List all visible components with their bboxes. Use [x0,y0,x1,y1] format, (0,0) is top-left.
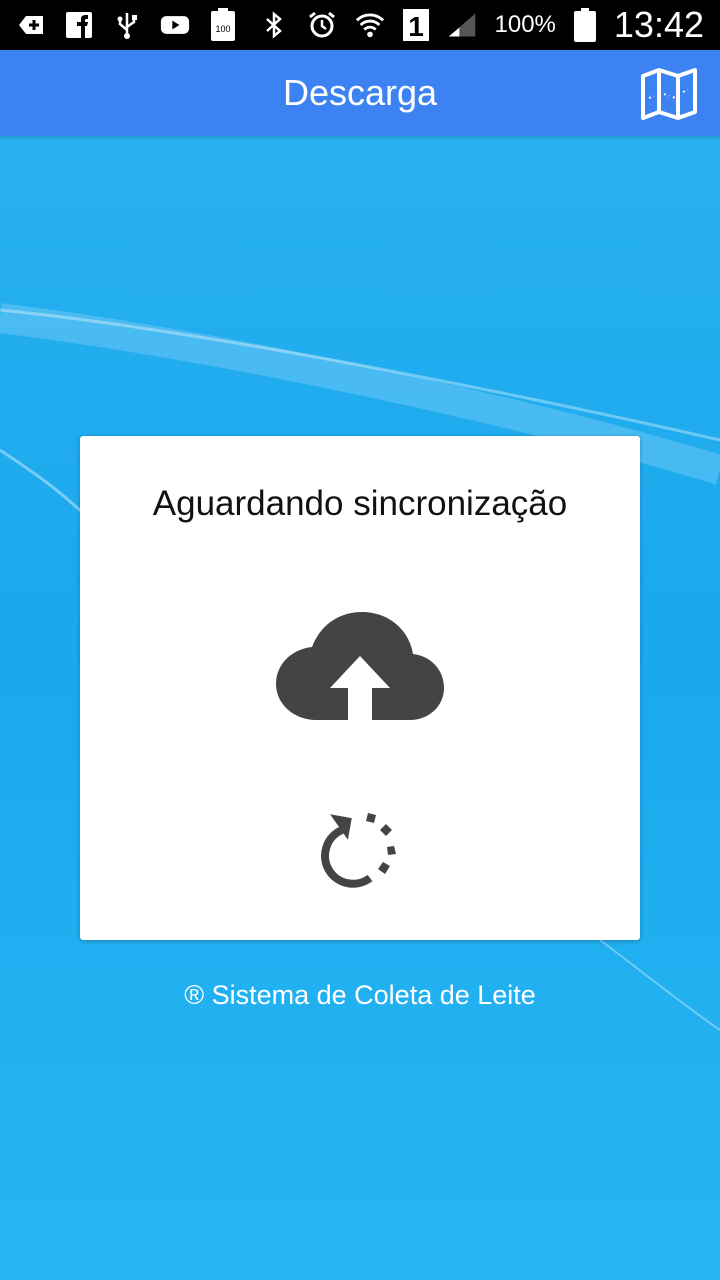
sync-status-card: Aguardando sincronização [80,436,640,940]
page-title: Descarga [282,72,438,113]
sync-refresh-icon[interactable] [320,808,400,888]
clock-time: 13:42 [613,4,704,45]
cloud-upload-icon [276,612,444,720]
svg-text:1: 1 [408,11,424,41]
sync-status-title: Aguardando sincronização [152,484,568,523]
svg-text:100: 100 [215,24,230,34]
footer-copyright: ® Sistema de Coleta de Leite [184,980,536,1010]
map-button[interactable] [640,68,698,120]
signal-icon [447,10,477,40]
sim-icon: 1 [402,9,429,41]
facebook-icon [64,10,94,40]
bluetooth-icon [259,10,289,40]
status-bar: 100 1 100% 13:42 [0,0,720,50]
wifi-icon [355,10,385,40]
app-bar: Descarga [0,50,720,136]
alarm-icon [307,10,337,40]
usb-icon [112,10,142,40]
youtube-icon [160,10,190,40]
battery-icon [573,8,596,42]
battery-saver-icon: 100 [208,8,238,41]
map-icon [641,68,697,120]
add-icon [16,10,46,40]
battery-percent: 100% [494,11,556,38]
